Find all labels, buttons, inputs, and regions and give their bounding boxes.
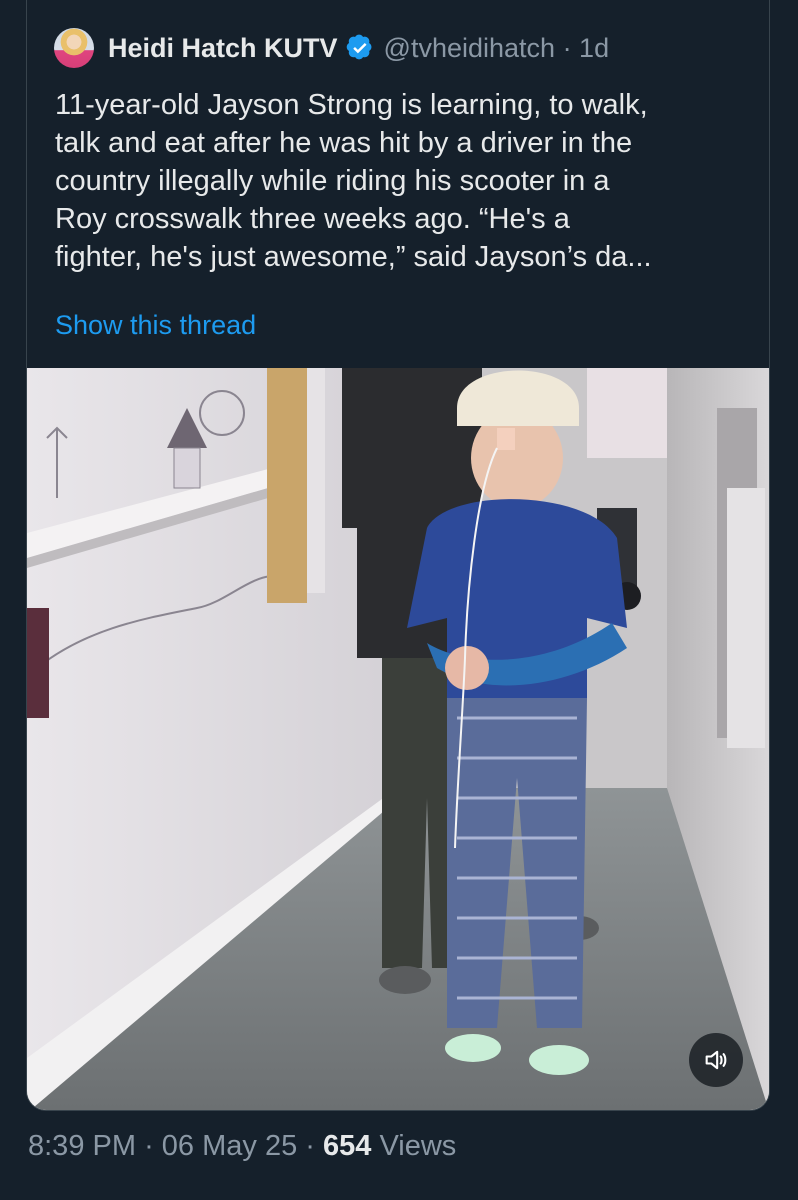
separator-dot: · xyxy=(305,1130,323,1162)
speaker-volume-icon xyxy=(705,1050,727,1070)
tweet-text: 11-year-old Jayson Strong is learning, t… xyxy=(55,89,652,273)
author-name[interactable]: Heidi Hatch KUTV xyxy=(108,33,338,64)
views-count[interactable]: 654 xyxy=(323,1130,371,1162)
author-handle[interactable]: @tvheidihatch · 1d xyxy=(384,33,610,64)
tweet-date[interactable]: 06 May 25 xyxy=(162,1130,297,1162)
tweet-time[interactable]: 8:39 PM xyxy=(28,1130,136,1162)
views-label: Views xyxy=(379,1130,457,1162)
verified-badge-icon xyxy=(346,34,371,60)
show-thread-link[interactable]: Show this thread xyxy=(55,310,256,341)
video-frame xyxy=(27,368,769,1110)
separator-dot: · xyxy=(144,1130,162,1162)
quoted-tweet-card[interactable]: Heidi Hatch KUTV @tvheidihatch · 1d 11-y… xyxy=(26,0,770,1111)
tweet-footer: 8:39 PM · 06 May 25 · 654 Views xyxy=(28,1130,456,1163)
video-media[interactable] xyxy=(27,368,769,1110)
time-ago: · 1d xyxy=(562,32,610,63)
author-avatar[interactable] xyxy=(54,28,94,68)
tweet-header: Heidi Hatch KUTV @tvheidihatch · 1d xyxy=(54,26,609,70)
volume-button[interactable] xyxy=(689,1033,743,1087)
